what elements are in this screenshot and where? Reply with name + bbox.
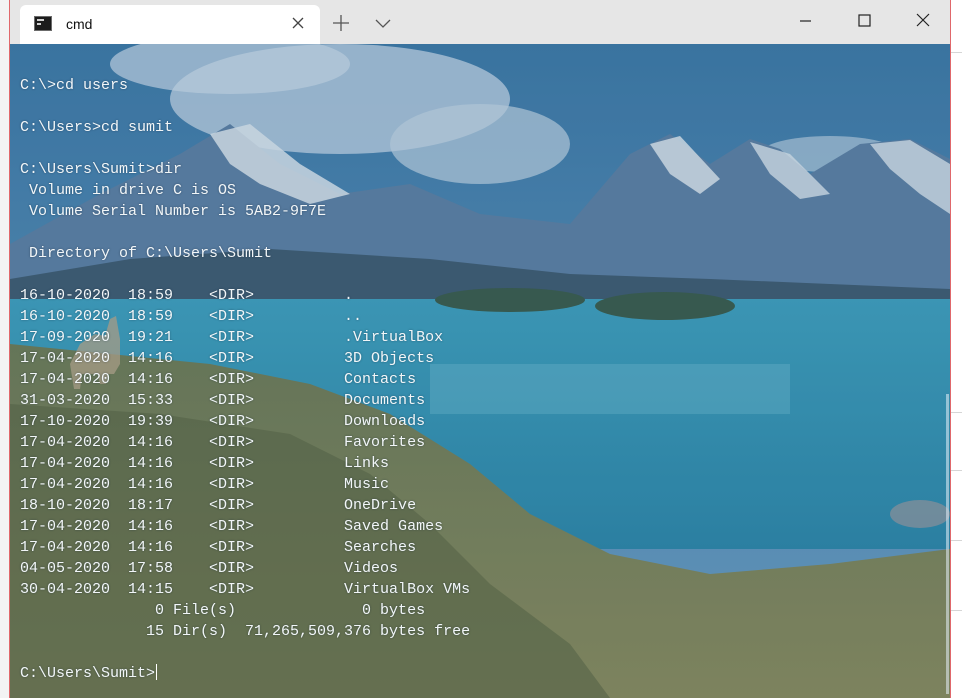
terminal-line: 17-04-2020 14:16 <DIR> 3D Objects (20, 350, 435, 367)
maximize-icon[interactable] (836, 0, 894, 44)
terminal-line: Volume Serial Number is 5AB2-9F7E (20, 203, 327, 220)
terminal-line: C:\>cd users (20, 77, 129, 94)
cmd-icon (34, 16, 52, 31)
terminal-line: 16-10-2020 18:59 <DIR> .. (20, 308, 363, 325)
terminal-output: C:\>cd users C:\Users>cd sumit C:\Users\Su… (20, 75, 470, 684)
minimize-icon[interactable] (778, 0, 836, 44)
close-window-icon[interactable] (894, 0, 950, 44)
divider (951, 412, 962, 413)
terminal-line: C:\Users\Sumit>dir (20, 161, 183, 178)
terminal-line: 18-10-2020 18:17 <DIR> OneDrive (20, 497, 417, 514)
terminal-line: 31-03-2020 15:33 <DIR> Documents (20, 392, 426, 409)
terminal-line: 15 Dir(s) 71,265,509,376 bytes free (20, 623, 471, 640)
terminal-line: 17-04-2020 14:16 <DIR> Contacts (20, 371, 417, 388)
terminal-line: 17-09-2020 19:21 <DIR> .VirtualBox (20, 329, 444, 346)
terminal-line: 17-04-2020 14:16 <DIR> Searches (20, 539, 417, 556)
chevron-down-icon[interactable] (370, 10, 396, 36)
prompt: C:\Users\Sumit> (20, 665, 156, 682)
background-window-edge (951, 0, 962, 698)
terminal-line: 04-05-2020 17:58 <DIR> Videos (20, 560, 399, 577)
close-icon[interactable] (288, 13, 308, 33)
divider (951, 540, 962, 541)
terminal-line: 17-04-2020 14:16 <DIR> Music (20, 476, 390, 493)
plus-icon[interactable] (328, 10, 354, 36)
terminal-line: 17-04-2020 14:16 <DIR> Favorites (20, 434, 426, 451)
divider (951, 52, 962, 53)
prompt-line[interactable]: C:\Users\Sumit> (20, 663, 470, 684)
scrollbar[interactable] (946, 394, 949, 694)
terminal-line: Volume in drive C is OS (20, 182, 237, 199)
terminal-area[interactable]: C:\>cd users C:\Users>cd sumit C:\Users\Su… (10, 44, 950, 698)
tab-title: cmd (66, 16, 93, 32)
tab-cmd[interactable]: cmd (20, 5, 320, 44)
divider (951, 470, 962, 471)
terminal-line: 0 File(s) 0 bytes (20, 602, 426, 619)
terminal-line: C:\Users>cd sumit (20, 119, 174, 136)
divider (951, 610, 962, 611)
terminal-line: 30-04-2020 14:15 <DIR> VirtualBox VMs (20, 581, 471, 598)
terminal-line: 17-04-2020 14:16 <DIR> Links (20, 455, 390, 472)
title-bar[interactable]: cmd (10, 0, 950, 44)
terminal-line: 16-10-2020 18:59 <DIR> . (20, 287, 354, 304)
terminal-line: Directory of C:\Users\Sumit (20, 245, 273, 262)
terminal-window: cmd C:\>cd users C:\Users>cd sumit C:\Us… (9, 0, 951, 698)
terminal-line: 17-10-2020 19:39 <DIR> Downloads (20, 413, 426, 430)
text-cursor (156, 664, 158, 680)
terminal-line: 17-04-2020 14:16 <DIR> Saved Games (20, 518, 444, 535)
